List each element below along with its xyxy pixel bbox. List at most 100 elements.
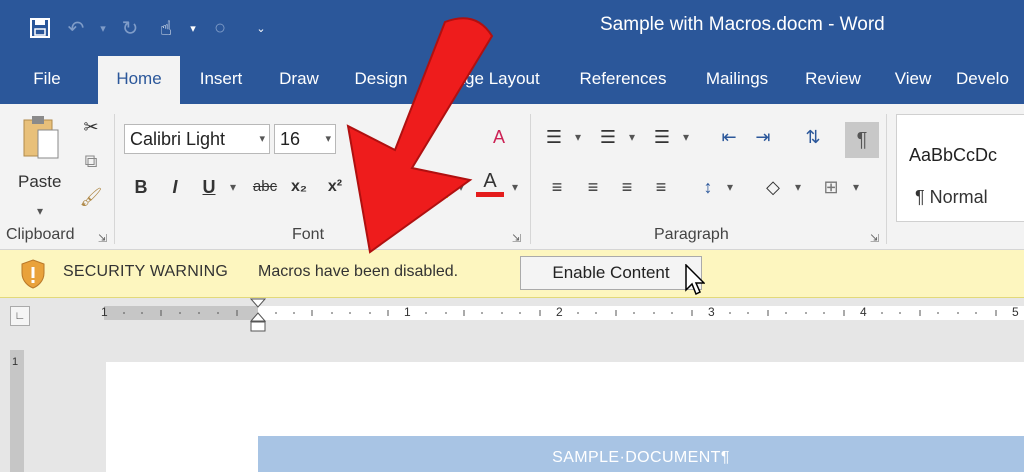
vertical-ruler[interactable]: 1 — [10, 350, 24, 472]
chevron-down-icon: ▾ — [325, 133, 331, 145]
font-size-combo[interactable]: 16 ▾ — [274, 124, 336, 154]
align-right-icon[interactable]: ≡ — [612, 172, 642, 202]
vertical-ruler-number: 1 — [12, 356, 19, 368]
quick-access-toolbar: ↶ ▾ ↻ ☝ ▾ ○ ⌄ — [22, 12, 270, 44]
style-preview: AaBbCcDc — [909, 145, 998, 165]
tab-draw[interactable]: Draw — [268, 56, 330, 104]
clear-formatting-icon[interactable]: A — [482, 122, 516, 152]
multilevel-dropdown-icon[interactable]: ▾ — [680, 122, 692, 152]
tab-references[interactable]: References — [570, 56, 676, 104]
tab-home[interactable]: Home — [98, 56, 180, 104]
window-title: Sample with Macros.docm - Word — [600, 14, 885, 35]
redo-icon[interactable]: ↻ — [112, 12, 148, 44]
borders-icon[interactable]: ⊞ — [816, 172, 846, 202]
sort-icon[interactable]: ⇅ — [798, 122, 828, 152]
separator — [886, 114, 887, 244]
borders-dropdown-icon[interactable]: ▾ — [850, 172, 862, 202]
highlight-dropdown-icon[interactable]: ▾ — [454, 172, 468, 202]
document-heading[interactable]: SAMPLE·DOCUMENT¶ — [258, 436, 1024, 472]
title-bar: ↶ ▾ ↻ ☝ ▾ ○ ⌄ Sample with Macros.docm - … — [0, 0, 1024, 56]
security-warning-message: Macros have been disabled. — [258, 263, 459, 280]
mouse-cursor-icon — [685, 264, 705, 296]
clipboard-group-label: Clipboard — [6, 226, 75, 243]
font-color-glyph: A — [483, 170, 497, 192]
ribbon: Paste ▾ ✂ ⧉ 🖌 Clipboard ⇲ Calibri Light … — [0, 104, 1024, 308]
security-warning-bar: SECURITY WARNING Macros have been disabl… — [0, 250, 1024, 298]
paste-dropdown-icon[interactable]: ▾ — [30, 196, 50, 226]
underline-dropdown-icon[interactable]: ▾ — [226, 172, 240, 202]
bullets-dropdown-icon[interactable]: ▾ — [572, 122, 584, 152]
circle-icon[interactable]: ○ — [202, 12, 238, 44]
paste-icon[interactable] — [22, 114, 60, 162]
style-name: ¶ Normal — [915, 187, 988, 207]
ruler-ticks — [123, 310, 997, 316]
subscript-button[interactable]: x₂ — [286, 172, 312, 202]
tab-view[interactable]: View — [884, 56, 942, 104]
shading-dropdown-icon[interactable]: ▾ — [792, 172, 804, 202]
ribbon-tabs: File Home Insert Draw Design Page Layout… — [0, 56, 1024, 104]
undo-icon[interactable]: ↶ — [58, 12, 94, 44]
ruler-number: 3 — [708, 305, 715, 319]
copy-icon[interactable]: ⧉ — [78, 146, 104, 176]
separator — [114, 114, 115, 244]
font-name-combo[interactable]: Calibri Light ▾ — [124, 124, 270, 154]
superscript-button[interactable]: x² — [322, 172, 348, 202]
tab-file[interactable]: File — [14, 56, 80, 104]
shield-icon — [21, 259, 45, 289]
touch-mode-icon[interactable]: ☝ — [148, 12, 184, 44]
tab-developer[interactable]: Develo — [956, 56, 1024, 104]
tab-mailings[interactable]: Mailings — [692, 56, 782, 104]
clipboard-launcher-icon[interactable]: ⇲ — [98, 232, 107, 245]
tab-insert[interactable]: Insert — [186, 56, 256, 104]
format-painter-icon[interactable]: 🖌 — [78, 182, 104, 212]
ruler-number: 2 — [556, 305, 563, 319]
tab-design[interactable]: Design — [344, 56, 418, 104]
undo-dropdown-icon[interactable]: ▾ — [94, 12, 112, 44]
security-warning-title: SECURITY WARNING — [63, 263, 228, 280]
tab-selector-icon[interactable]: ∟ — [10, 306, 30, 326]
style-normal[interactable]: AaBbCcDc ¶ Normal — [896, 114, 1024, 222]
line-spacing-dropdown-icon[interactable]: ▾ — [724, 172, 736, 202]
cut-icon[interactable]: ✂ — [78, 112, 104, 142]
bullets-icon[interactable]: ☰ — [540, 122, 568, 152]
justify-icon[interactable]: ≡ — [646, 172, 676, 202]
shading-icon[interactable]: ◇ — [758, 172, 788, 202]
font-name-value: Calibri Light — [130, 129, 226, 149]
align-left-icon[interactable]: ≡ — [542, 172, 572, 202]
save-icon[interactable] — [22, 12, 58, 44]
numbering-dropdown-icon[interactable]: ▾ — [626, 122, 638, 152]
show-marks-button[interactable]: ¶ — [845, 122, 879, 158]
font-launcher-icon[interactable]: ⇲ — [512, 232, 521, 245]
increase-indent-icon[interactable]: ⇥ — [748, 122, 778, 152]
ruler-number: 1 — [101, 305, 108, 319]
horizontal-ruler[interactable]: 1 1 2 3 4 5 — [101, 305, 1024, 320]
multilevel-list-icon[interactable]: ☰ — [648, 122, 676, 152]
numbering-icon[interactable]: ☰ — [594, 122, 622, 152]
grow-font-button[interactable]: A — [344, 124, 370, 154]
tab-review[interactable]: Review — [796, 56, 870, 104]
line-spacing-icon[interactable]: ↕ — [694, 172, 722, 202]
paragraph-launcher-icon[interactable]: ⇲ — [870, 232, 879, 245]
paste-button[interactable]: Paste — [18, 172, 61, 192]
ruler-number: 1 — [404, 305, 411, 319]
chevron-down-icon: ▾ — [259, 133, 265, 145]
align-center-icon[interactable]: ≡ — [578, 172, 608, 202]
ruler-number: 4 — [860, 305, 867, 319]
strikethrough-button[interactable]: abc — [248, 172, 282, 202]
highlight-icon[interactable] — [420, 168, 448, 198]
font-group-label: Font — [292, 226, 325, 243]
bold-button[interactable]: B — [128, 172, 154, 202]
tab-page-layout[interactable]: Page Layout — [430, 56, 554, 104]
enable-content-button[interactable]: Enable Content — [520, 256, 702, 290]
font-color-dropdown-icon[interactable]: ▾ — [508, 172, 522, 202]
underline-button[interactable]: U — [196, 172, 222, 202]
separator — [530, 114, 531, 244]
indent-marker-icon[interactable] — [248, 298, 268, 334]
italic-button[interactable]: I — [162, 172, 188, 202]
touch-mode-dropdown-icon[interactable]: ▾ — [184, 12, 202, 44]
decrease-indent-icon[interactable]: ⇤ — [714, 122, 744, 152]
customize-qat-icon[interactable]: ⌄ — [252, 12, 270, 44]
ruler-number: 5 — [1012, 305, 1019, 319]
paragraph-group-label: Paragraph — [654, 226, 729, 243]
font-color-button[interactable]: A — [476, 166, 504, 197]
